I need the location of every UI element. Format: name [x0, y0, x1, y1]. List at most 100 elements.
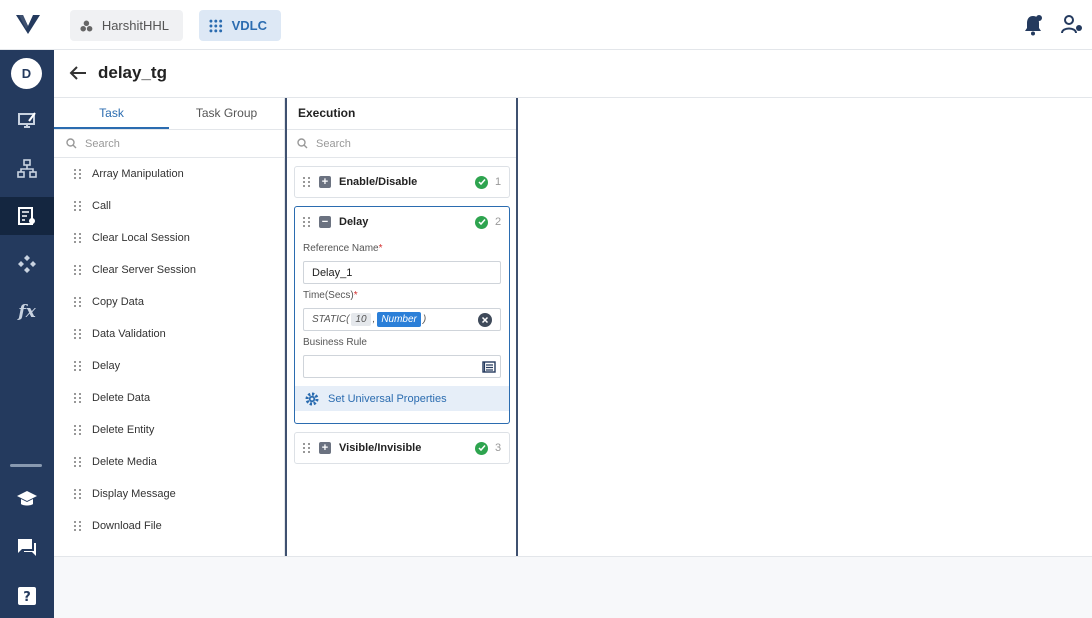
task-list-item[interactable]: Copy Data — [54, 286, 284, 318]
reference-name-value: Delay_1 — [312, 266, 353, 279]
diamond-nodes-icon — [18, 255, 36, 273]
task-list-item[interactable]: Delay — [54, 350, 284, 382]
search-icon — [297, 138, 308, 149]
drag-handle-icon[interactable] — [74, 329, 82, 339]
reference-name-field[interactable]: Delay_1 — [303, 261, 501, 284]
drag-handle-icon[interactable] — [303, 217, 311, 227]
drag-handle-icon[interactable] — [74, 169, 82, 179]
task-label: Array Manipulation — [92, 168, 184, 180]
function-icon: fx — [18, 302, 36, 322]
task-list-item[interactable]: Call — [54, 190, 284, 222]
sidebar-item-forms[interactable] — [0, 197, 54, 235]
task-label: Delete Media — [92, 456, 157, 468]
drag-handle-icon[interactable] — [74, 233, 82, 243]
tab-task[interactable]: Task — [54, 98, 169, 129]
check-icon — [475, 175, 488, 189]
sidebar-item-hierarchy[interactable] — [0, 150, 54, 188]
step-card-visible-invisible[interactable]: + Visible/Invisible 3 — [294, 432, 510, 464]
check-icon — [475, 215, 488, 229]
top-bar: HarshitHHL VDLC — [0, 0, 1092, 50]
sidebar-item-chat[interactable] — [0, 528, 54, 566]
sidebar-divider — [10, 464, 42, 467]
drag-handle-icon[interactable] — [74, 425, 82, 435]
hierarchy-icon — [17, 159, 37, 178]
step-number: 2 — [495, 216, 502, 228]
task-list: Array Manipulation Call Clear Local Sessio… — [54, 158, 284, 542]
sidebar-item-integrations[interactable] — [0, 245, 54, 283]
app-label: VDLC — [231, 18, 267, 33]
sidebar-item-help[interactable]: ? — [0, 577, 54, 615]
business-rule-field[interactable] — [303, 355, 501, 378]
task-list-item[interactable]: Clear Server Session — [54, 254, 284, 286]
sidebar-item-design[interactable] — [0, 102, 54, 140]
clear-icon[interactable] — [478, 313, 492, 327]
bell-icon[interactable] — [1021, 13, 1045, 37]
task-label: Delete Entity — [92, 424, 155, 436]
execution-search-input[interactable]: Search — [287, 130, 516, 158]
task-list-item[interactable]: Display Message — [54, 478, 284, 510]
expression-type[interactable]: Number — [377, 312, 421, 327]
task-list-item[interactable]: Array Manipulation — [54, 158, 284, 190]
workspace-label: HarshitHHL — [101, 18, 169, 33]
drag-handle-icon[interactable] — [74, 297, 82, 307]
set-universal-properties-button[interactable]: Set Universal Properties — [295, 386, 509, 411]
step-name: Visible/Invisible — [339, 442, 422, 454]
execution-title: Execution — [287, 98, 516, 130]
step-card-enable-disable[interactable]: + Enable/Disable 1 — [294, 166, 510, 198]
expression-prefix: STATIC( — [312, 314, 350, 325]
execution-panel: Execution Search + Enable/Disable 1 − De… — [285, 98, 518, 556]
expression-separator: , — [372, 314, 376, 325]
business-rule-label: Business Rule — [303, 337, 367, 348]
form-gear-icon — [18, 207, 35, 225]
task-list-item[interactable]: Clear Local Session — [54, 222, 284, 254]
expression-value[interactable]: 10 — [351, 313, 371, 326]
gear-icon — [305, 392, 319, 405]
rule-list-icon[interactable] — [482, 360, 496, 374]
app-chip[interactable]: VDLC — [199, 10, 281, 41]
task-label: Copy Data — [92, 296, 144, 308]
svg-text:?: ? — [23, 590, 31, 605]
search-placeholder: Search — [316, 137, 351, 150]
tab-task-group[interactable]: Task Group — [169, 98, 284, 129]
sidebar-item-learning[interactable] — [0, 480, 54, 518]
collapse-icon[interactable]: − — [319, 216, 331, 228]
users-gear-icon[interactable] — [1060, 13, 1084, 37]
task-search-input[interactable]: Search — [54, 130, 284, 158]
task-label: Call — [92, 200, 111, 212]
time-label: Time(Secs)* — [303, 290, 358, 301]
task-panel: Task Task Group Search Array Manipulatio… — [54, 98, 285, 556]
task-label: Data Validation — [92, 328, 166, 340]
drag-handle-icon[interactable] — [74, 201, 82, 211]
expand-icon[interactable]: + — [319, 442, 331, 454]
back-arrow-icon[interactable] — [68, 64, 88, 82]
step-card-delay[interactable]: − Delay 2 Reference Name* Delay_1 Time(S… — [294, 206, 510, 424]
drag-handle-icon[interactable] — [74, 393, 82, 403]
help-icon: ? — [18, 587, 36, 605]
search-icon — [66, 138, 77, 149]
task-list-item[interactable]: Download File — [54, 510, 284, 542]
avatar[interactable]: D — [11, 58, 42, 89]
footer-area — [54, 556, 1092, 618]
expression-suffix: ) — [422, 314, 427, 325]
task-list-item[interactable]: Delete Data — [54, 382, 284, 414]
task-list-item[interactable]: Delete Entity — [54, 414, 284, 446]
drag-handle-icon[interactable] — [74, 521, 82, 531]
drag-handle-icon[interactable] — [74, 489, 82, 499]
task-tabs: Task Task Group — [54, 98, 284, 130]
drag-handle-icon[interactable] — [303, 443, 311, 453]
drag-handle-icon[interactable] — [303, 177, 311, 187]
search-placeholder: Search — [85, 137, 120, 150]
workspace-chip[interactable]: HarshitHHL — [70, 10, 183, 41]
drag-handle-icon[interactable] — [74, 265, 82, 275]
drag-handle-icon[interactable] — [74, 361, 82, 371]
check-icon — [475, 441, 488, 455]
time-expression-field[interactable]: STATIC( 10 , Number ) — [303, 308, 501, 331]
task-list-item[interactable]: Data Validation — [54, 318, 284, 350]
universal-label: Set Universal Properties — [328, 392, 447, 405]
sidebar: D fx ? — [0, 50, 54, 618]
task-list-item[interactable]: Delete Media — [54, 446, 284, 478]
v-logo-icon[interactable] — [14, 12, 42, 36]
drag-handle-icon[interactable] — [74, 457, 82, 467]
sidebar-item-functions[interactable]: fx — [0, 293, 54, 331]
expand-icon[interactable]: + — [319, 176, 331, 188]
